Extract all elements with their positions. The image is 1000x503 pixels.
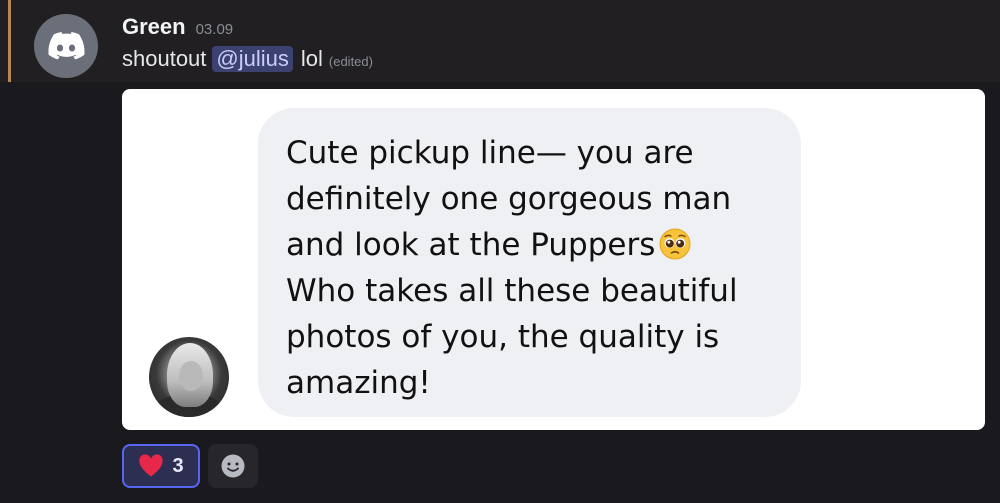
message-text-prefix: shoutout: [122, 46, 207, 71]
chat-message[interactable]: Green 03.09 shoutout @julius lol (edited…: [0, 0, 1000, 503]
heart-icon: [139, 454, 164, 477]
edited-label: (edited): [328, 54, 373, 69]
bubble-line: and look at the Puppers: [286, 227, 656, 263]
bubble-line: photos of you, the quality is: [286, 319, 720, 355]
chat-bubble-text: Cute pickup line— you are definitely one…: [286, 130, 738, 406]
message-highlight-bar: [8, 0, 11, 82]
heart-reaction-button[interactable]: 3: [122, 444, 200, 488]
smiley-add-reaction-icon: [221, 454, 245, 478]
screenshot-chat-bubble: Cute pickup line— you are definitely one…: [258, 108, 801, 417]
screenshot-profile-photo: [149, 337, 229, 417]
bubble-line: Who takes all these beautiful: [286, 273, 738, 309]
message-text-suffix: lol: [300, 46, 323, 71]
author-name[interactable]: Green: [122, 14, 186, 40]
message-content: shoutout @julius lol (edited): [122, 46, 373, 72]
add-reaction-button[interactable]: [208, 444, 258, 488]
discord-logo-icon: [48, 32, 85, 60]
image-attachment[interactable]: Cute pickup line— you are definitely one…: [122, 89, 985, 430]
reaction-bar: 3: [122, 444, 258, 488]
message-timestamp[interactable]: 03.09: [196, 21, 234, 38]
bubble-line: definitely one gorgeous man: [286, 181, 732, 217]
bubble-line: amazing!: [286, 365, 431, 401]
message-header: Green 03.09: [122, 14, 233, 40]
pleading-face-emoji-icon: [659, 228, 691, 260]
reaction-count: 3: [172, 454, 184, 477]
user-mention[interactable]: @julius: [212, 46, 293, 72]
author-avatar[interactable]: [34, 14, 98, 78]
bubble-line: Cute pickup line— you are: [286, 135, 694, 171]
